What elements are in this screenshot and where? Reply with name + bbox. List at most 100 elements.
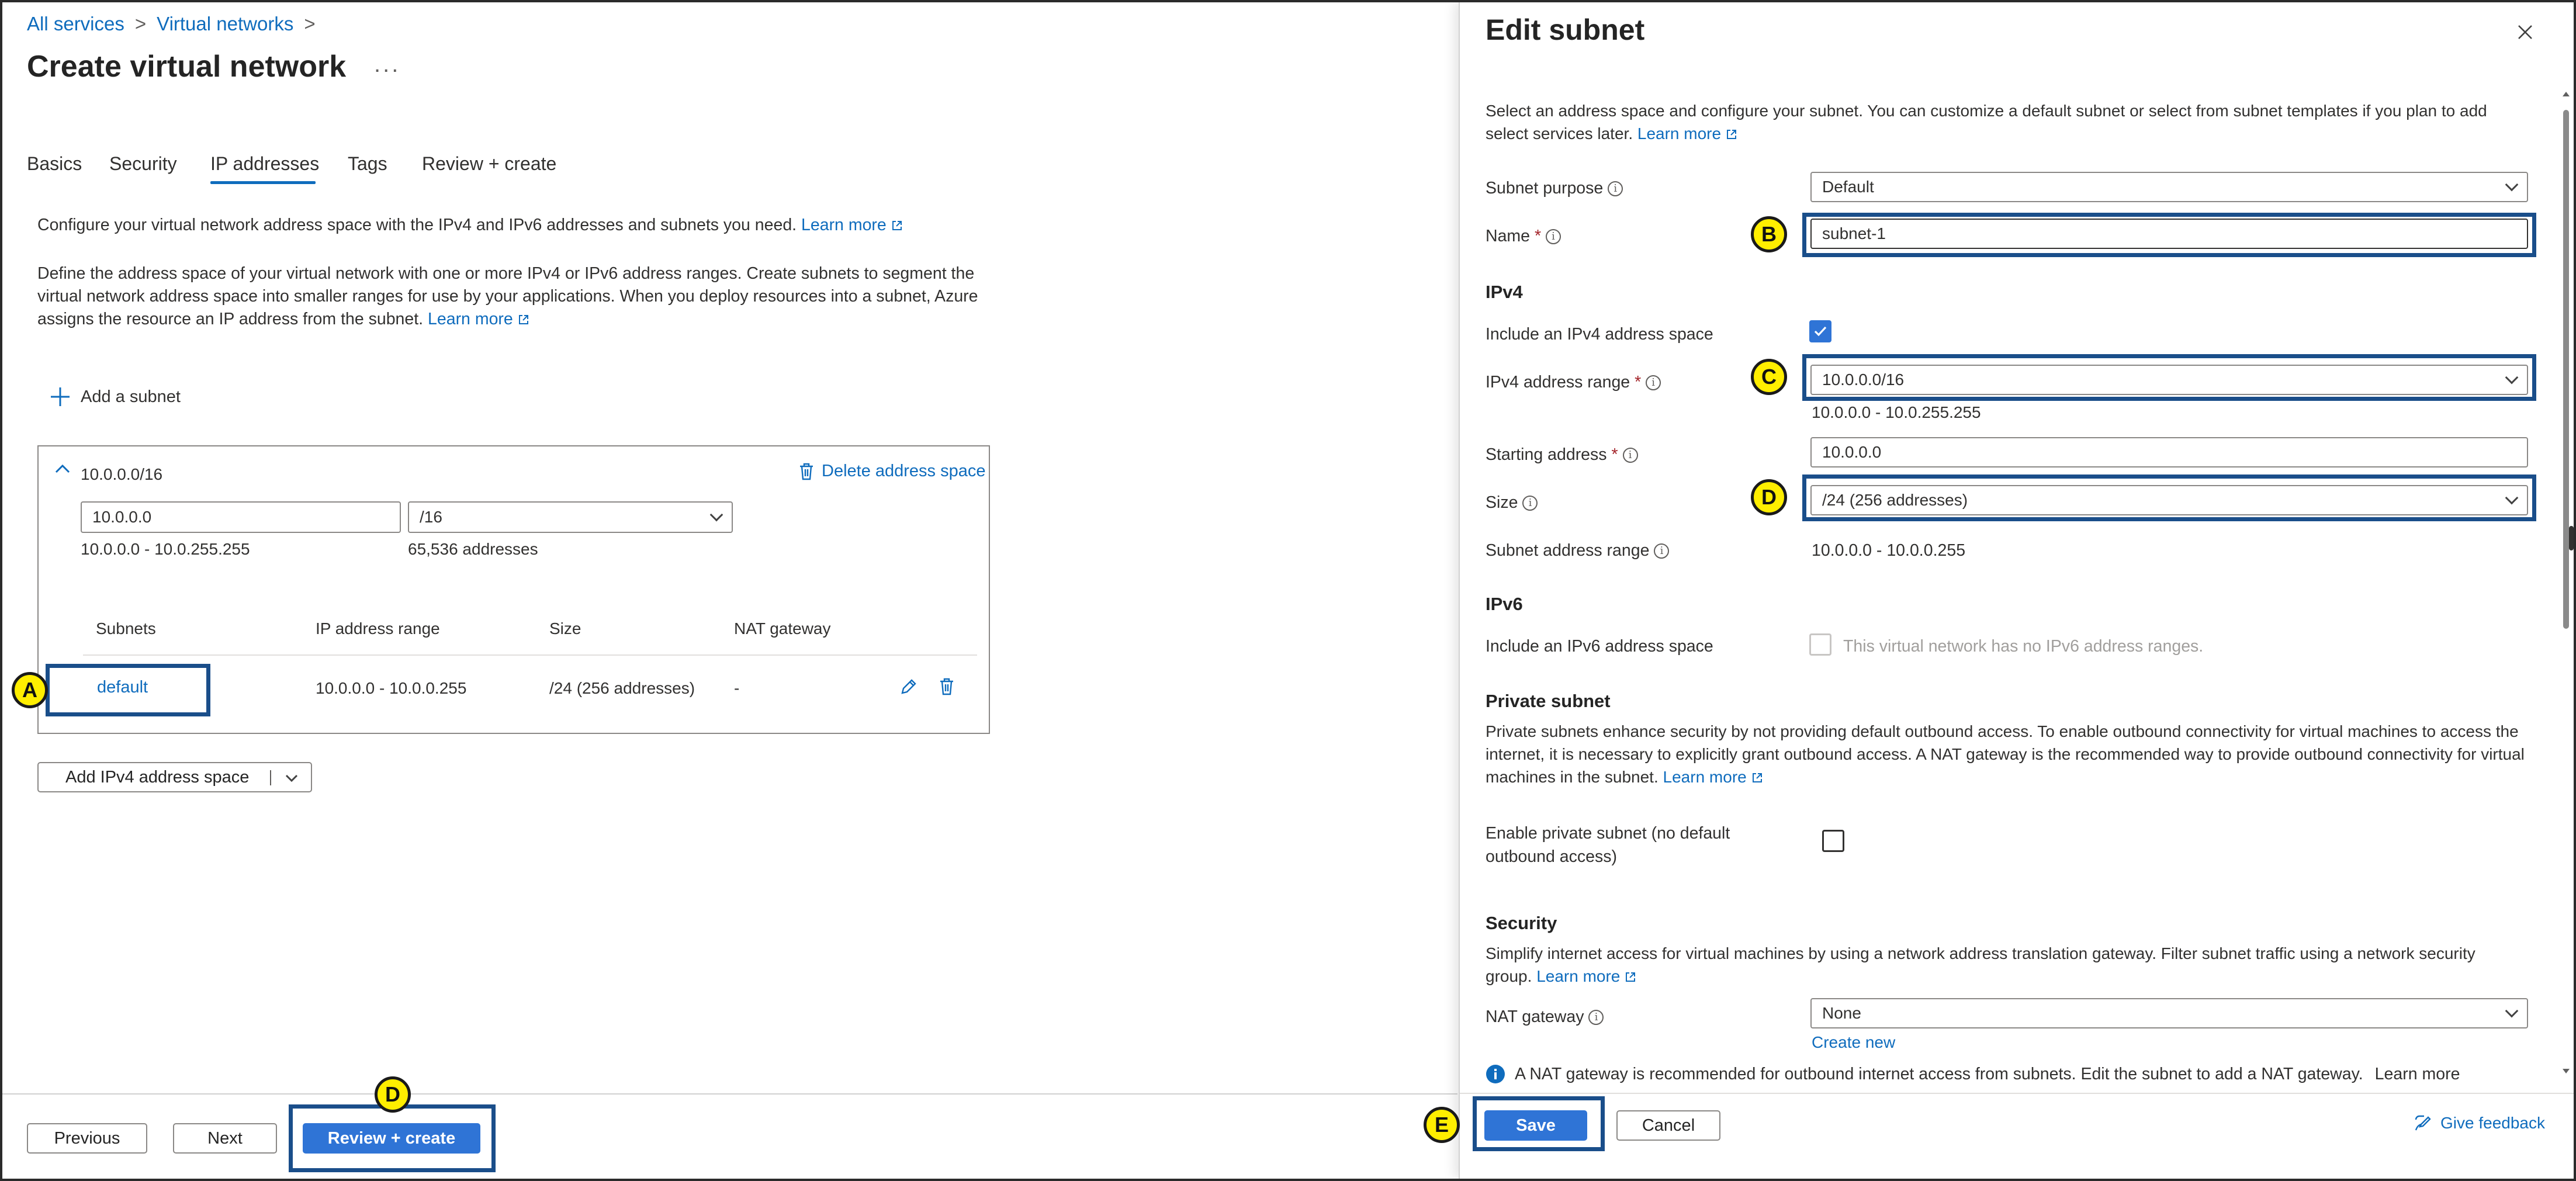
nat-gateway-label-text: NAT gateway xyxy=(1486,1007,1584,1026)
nat-info-banner: A NAT gateway is recommended for outboun… xyxy=(1486,1064,2537,1085)
breadcrumb: All services > Virtual networks > xyxy=(27,13,326,35)
checkmark-icon xyxy=(1814,326,1827,337)
prefix-select-value: /16 xyxy=(420,508,442,526)
callout-d-left-box xyxy=(289,1104,496,1172)
subnet-range-value: 10.0.0.0 - 10.0.0.255 xyxy=(1812,541,1966,560)
info-icon[interactable]: i xyxy=(1654,543,1670,559)
table-divider xyxy=(83,654,977,656)
name-label: Name * i xyxy=(1486,227,1561,246)
required-asterisk: * xyxy=(1635,373,1642,392)
give-feedback-label: Give feedback xyxy=(2440,1114,2545,1132)
close-icon[interactable] xyxy=(2515,22,2535,42)
scrollbar-thumb[interactable] xyxy=(2563,110,2569,629)
info-icon[interactable]: i xyxy=(1522,496,1538,511)
learn-more-link[interactable]: Learn more xyxy=(428,310,513,328)
tab-security[interactable]: Security xyxy=(109,153,177,175)
previous-button[interactable]: Previous xyxy=(27,1123,147,1154)
info-filled-icon xyxy=(1486,1065,1505,1083)
create-new-link[interactable]: Create new xyxy=(1812,1033,1895,1052)
enable-private-subnet-checkbox[interactable] xyxy=(1822,830,1844,852)
subnet-purpose-value: Default xyxy=(1822,178,1874,196)
chevron-down-icon xyxy=(285,774,298,782)
delete-address-space-label: Delete address space xyxy=(822,462,986,480)
security-text-line-2: group. Learn more xyxy=(1486,965,2537,988)
enable-private-label-line-1: Enable private subnet (no default xyxy=(1486,824,1730,843)
page-title: Create virtual network xyxy=(27,50,347,84)
learn-more-link[interactable]: Learn more xyxy=(1637,124,1721,143)
callout-d-right-badge: D xyxy=(1751,479,1787,515)
nat-gateway-select[interactable]: None xyxy=(1810,998,2528,1028)
callout-a-box xyxy=(46,664,210,716)
give-feedback-button[interactable]: Give feedback xyxy=(2412,1113,2545,1134)
panel-description: Select an address space and configure yo… xyxy=(1486,99,2532,145)
required-asterisk: * xyxy=(1534,227,1542,245)
tab-ip-addresses[interactable]: IP addresses xyxy=(210,153,319,175)
learn-more-link[interactable]: Learn more xyxy=(1536,967,1620,985)
nat-info-text: A NAT gateway is recommended for outboun… xyxy=(1515,1064,2363,1083)
edit-pencil-icon[interactable] xyxy=(899,677,919,697)
tab-tags[interactable]: Tags xyxy=(348,153,387,175)
starting-address-label-text: Starting address xyxy=(1486,445,1607,464)
enable-private-label-line-2: outbound access) xyxy=(1486,847,1617,866)
panel-scrollbar[interactable] xyxy=(2561,90,2571,1083)
learn-more-link[interactable]: Learn more xyxy=(2375,1065,2460,1084)
add-ipv4-label: Add IPv4 address space xyxy=(65,767,250,787)
more-options-button[interactable]: ... xyxy=(374,51,400,78)
subnet-range-label: Subnet address range i xyxy=(1486,541,1670,560)
panel-title: Edit subnet xyxy=(1486,13,1645,46)
add-subnet-button[interactable]: Add a subnet xyxy=(49,386,181,408)
info-icon[interactable]: i xyxy=(1588,1010,1604,1026)
plus-icon xyxy=(51,387,70,406)
include-ipv6-label: Include an IPv6 address space xyxy=(1486,637,1713,656)
callout-c-box xyxy=(1802,354,2536,401)
column-header-size: Size xyxy=(549,619,581,638)
chevron-down-icon xyxy=(2505,1004,2519,1018)
scroll-down-arrow-icon[interactable] xyxy=(2562,1067,2570,1075)
include-ipv4-checkbox[interactable] xyxy=(1809,320,1831,342)
ipv6-section-heading: IPv6 xyxy=(1486,594,1523,614)
external-link-icon xyxy=(1727,130,1737,139)
address-input[interactable]: 10.0.0.0 xyxy=(81,501,401,533)
info-icon[interactable]: i xyxy=(1608,181,1623,197)
panel-resize-handle[interactable] xyxy=(2569,526,2574,550)
ipv4-section-heading: IPv4 xyxy=(1486,282,1523,302)
add-ipv4-address-space-button[interactable]: Add IPv4 address space xyxy=(37,762,312,792)
tab-basics[interactable]: Basics xyxy=(27,153,82,175)
edit-subnet-panel: Edit subnet Select an address space and … xyxy=(1459,2,2574,1179)
subnet-size: /24 (256 addresses) xyxy=(549,679,695,697)
starting-address-value: 10.0.0.0 xyxy=(1822,443,1882,461)
breadcrumb-all-services[interactable]: All services xyxy=(27,13,124,34)
learn-more-link[interactable]: Learn more xyxy=(1663,768,1747,786)
tab-review-create[interactable]: Review + create xyxy=(422,153,556,175)
learn-more-link[interactable]: Learn more xyxy=(801,216,887,234)
security-section-heading: Security xyxy=(1486,913,1557,933)
info-icon[interactable]: i xyxy=(1622,448,1638,463)
breadcrumb-virtual-networks[interactable]: Virtual networks xyxy=(157,13,293,34)
external-link-icon xyxy=(1752,773,1762,782)
address-input-value: 10.0.0.0 xyxy=(92,508,152,526)
callout-e-box xyxy=(1473,1096,1605,1151)
next-button[interactable]: Next xyxy=(173,1123,277,1154)
scroll-up-arrow-icon[interactable] xyxy=(2562,90,2570,98)
external-link-icon xyxy=(1626,972,1636,982)
required-asterisk: * xyxy=(1611,445,1618,464)
starting-address-input[interactable]: 10.0.0.0 xyxy=(1810,437,2528,467)
ipv6-note: This virtual network has no IPv6 address… xyxy=(1843,637,2204,656)
private-subnet-description: Private subnets enhance security by not … xyxy=(1486,722,2525,786)
external-link-icon xyxy=(518,315,528,324)
info-icon[interactable]: i xyxy=(1646,375,1661,391)
ipv4-range-label-text: IPv4 address range xyxy=(1486,373,1630,392)
cancel-button[interactable]: Cancel xyxy=(1616,1110,1720,1141)
info-icon[interactable]: i xyxy=(1546,229,1561,245)
subnet-purpose-select[interactable]: Default xyxy=(1810,172,2528,202)
security-text-group: group. xyxy=(1486,967,1532,985)
prefix-select[interactable]: /16 xyxy=(408,501,733,533)
callout-e-badge: E xyxy=(1424,1107,1460,1143)
trash-icon[interactable] xyxy=(939,677,955,697)
column-header-ip-range: IP address range xyxy=(316,619,440,638)
include-ipv6-checkbox[interactable] xyxy=(1809,633,1831,656)
callout-b-badge: B xyxy=(1751,216,1787,252)
add-subnet-label: Add a subnet xyxy=(81,387,181,406)
delete-address-space-button[interactable]: Delete address space xyxy=(798,462,986,481)
chevron-up-icon[interactable] xyxy=(54,463,71,475)
